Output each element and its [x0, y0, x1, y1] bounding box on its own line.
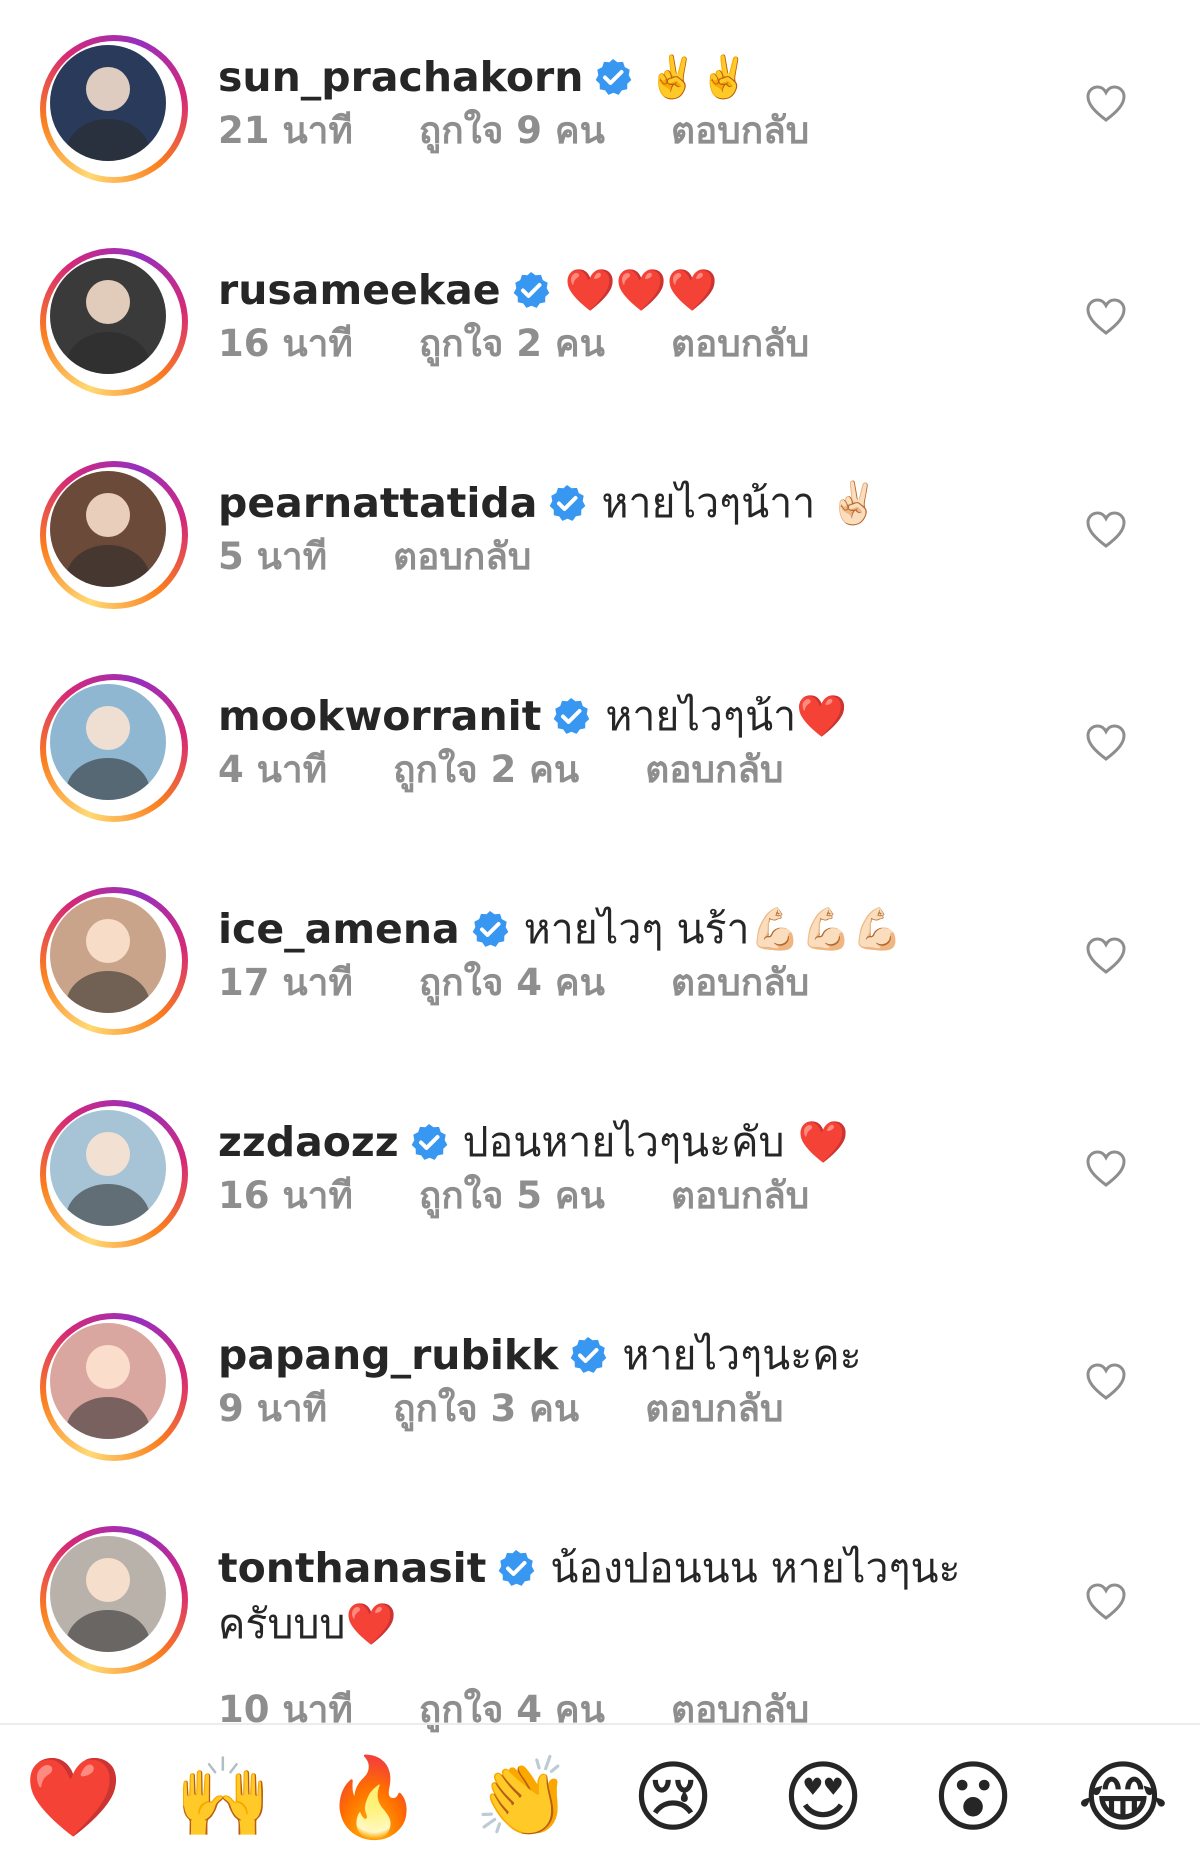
avatar[interactable]	[40, 1313, 188, 1461]
comment-body: rusameekae ❤️❤️❤️	[218, 262, 718, 318]
comment-body: zzdaozz ปอนหายไวๆนะคับ ❤️	[218, 1114, 849, 1170]
like-heart-icon[interactable]	[1085, 84, 1127, 124]
reply-button[interactable]: ตอบกลับ	[671, 109, 809, 152]
avatar-image	[50, 258, 166, 374]
verified-badge-icon	[568, 1333, 608, 1373]
like-heart-icon[interactable]	[1085, 1149, 1127, 1189]
comment-time: 17 นาที	[218, 961, 353, 1004]
like-count-link[interactable]: ถูกใจ 4 คน	[419, 961, 605, 1004]
comment-body: tonthanasit น้องปอนนน หายไวๆนะครับบบ❤️	[218, 1540, 998, 1652]
username-link[interactable]: pearnattatida	[218, 479, 537, 527]
quick-emoji-button[interactable]: 🔥	[323, 1748, 423, 1848]
comment-body: sun_prachakorn ✌️✌️	[218, 49, 750, 105]
comment-meta: 21 นาที ถูกใจ 9 คน ตอบกลับ	[218, 107, 875, 155]
comment-meta: 4 นาที ถูกใจ 2 คน ตอบกลับ	[218, 746, 850, 794]
comment-text: หายไวๆนะคะ	[622, 1331, 862, 1379]
verified-badge-icon	[496, 1546, 536, 1586]
comment-time: 4 นาที	[218, 748, 328, 791]
reply-button[interactable]: ตอบกลับ	[645, 748, 783, 791]
comment-meta: 9 นาที ถูกใจ 3 คน ตอบกลับ	[218, 1385, 850, 1433]
comment-meta: 16 นาที ถูกใจ 5 คน ตอบกลับ	[218, 1172, 875, 1220]
reply-button[interactable]: ตอบกลับ	[671, 322, 809, 365]
comment-meta: 10 นาที ถูกใจ 4 คน ตอบกลับ	[218, 1686, 875, 1734]
avatar-image	[50, 1323, 166, 1439]
verified-badge-icon	[409, 1120, 449, 1160]
comment-meta: 5 นาที ตอบกลับ	[218, 533, 597, 581]
like-count-link[interactable]: ถูกใจ 5 คน	[419, 1174, 605, 1217]
avatar[interactable]	[40, 674, 188, 822]
verified-badge-icon	[470, 907, 510, 947]
quick-emoji-button[interactable]: 🙌	[173, 1748, 273, 1848]
like-heart-icon[interactable]	[1085, 1362, 1127, 1402]
avatar-image	[50, 897, 166, 1013]
username-link[interactable]: tonthanasit	[218, 1544, 486, 1592]
avatar[interactable]	[40, 248, 188, 396]
username-link[interactable]: sun_prachakorn	[218, 53, 583, 101]
avatar[interactable]	[40, 1100, 188, 1248]
quick-emoji-button[interactable]: 😂	[1073, 1748, 1173, 1848]
comment-time: 9 นาที	[218, 1387, 328, 1430]
reply-button[interactable]: ตอบกลับ	[393, 535, 531, 578]
comment-time: 5 นาที	[218, 535, 328, 578]
divider	[0, 1723, 1200, 1725]
like-heart-icon[interactable]	[1085, 1582, 1127, 1622]
comment-time: 21 นาที	[218, 109, 353, 152]
comment-meta: 17 นาที ถูกใจ 4 คน ตอบกลับ	[218, 959, 875, 1007]
verified-badge-icon	[593, 55, 633, 95]
avatar[interactable]	[40, 461, 188, 609]
comment-meta: 16 นาที ถูกใจ 2 คน ตอบกลับ	[218, 320, 875, 368]
comment-time: 16 นาที	[218, 322, 353, 365]
like-count-link[interactable]: ถูกใจ 2 คน	[393, 748, 579, 791]
username-link[interactable]: rusameekae	[218, 266, 501, 314]
verified-badge-icon	[551, 694, 591, 734]
quick-emoji-bar: ❤️ 🙌 🔥 👏 😢 😍 😮 😂	[0, 1728, 1200, 1859]
comment-text: หายไวๆ นร้า💪🏻💪🏻💪🏻	[523, 905, 903, 953]
avatar-image	[50, 45, 166, 161]
quick-emoji-button[interactable]: 😮	[923, 1748, 1023, 1848]
quick-emoji-button[interactable]: 👏	[473, 1748, 573, 1848]
comment-text: ✌️✌️	[647, 53, 750, 101]
comment-body: papang_rubikk หายไวๆนะคะ	[218, 1327, 862, 1383]
like-heart-icon[interactable]	[1085, 297, 1127, 337]
username-link[interactable]: papang_rubikk	[218, 1331, 558, 1379]
like-heart-icon[interactable]	[1085, 936, 1127, 976]
avatar-image	[50, 1536, 166, 1652]
quick-emoji-button[interactable]: ❤️	[23, 1748, 123, 1848]
like-count-link[interactable]: ถูกใจ 9 คน	[419, 109, 605, 152]
avatar-image	[50, 1110, 166, 1226]
quick-emoji-button[interactable]: 😍	[773, 1748, 873, 1848]
avatar[interactable]	[40, 1526, 188, 1674]
username-link[interactable]: zzdaozz	[218, 1118, 399, 1166]
comment-body: pearnattatida หายไวๆน้าา ✌🏻	[218, 475, 879, 531]
verified-badge-icon	[511, 268, 551, 308]
reply-button[interactable]: ตอบกลับ	[671, 961, 809, 1004]
like-count-link[interactable]: ถูกใจ 2 คน	[419, 322, 605, 365]
comment-text: ปอนหายไวๆนะคับ ❤️	[462, 1118, 849, 1166]
quick-emoji-button[interactable]: 😢	[623, 1748, 723, 1848]
like-count-link[interactable]: ถูกใจ 3 คน	[393, 1387, 579, 1430]
avatar[interactable]	[40, 35, 188, 183]
reply-button[interactable]: ตอบกลับ	[645, 1387, 783, 1430]
like-heart-icon[interactable]	[1085, 510, 1127, 550]
comment-body: mookworranit หายไวๆน้า❤️	[218, 688, 847, 744]
username-link[interactable]: ice_amena	[218, 905, 460, 953]
comment-text: หายไวๆน้าา ✌🏻	[601, 479, 880, 527]
comment-body: ice_amena หายไวๆ นร้า💪🏻💪🏻💪🏻	[218, 901, 903, 957]
avatar-image	[50, 471, 166, 587]
avatar-image	[50, 684, 166, 800]
username-link[interactable]: mookworranit	[218, 692, 541, 740]
avatar[interactable]	[40, 887, 188, 1035]
comment-text: หายไวๆน้า❤️	[605, 692, 848, 740]
like-heart-icon[interactable]	[1085, 723, 1127, 763]
verified-badge-icon	[547, 481, 587, 521]
reply-button[interactable]: ตอบกลับ	[671, 1174, 809, 1217]
comment-time: 16 นาที	[218, 1174, 353, 1217]
comment-text: ❤️❤️❤️	[564, 266, 718, 314]
